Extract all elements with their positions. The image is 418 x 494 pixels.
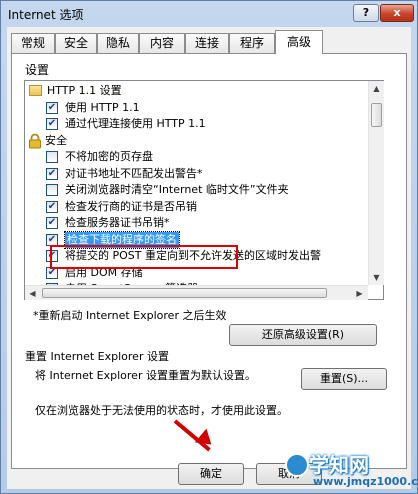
tab-general[interactable]: 常规 bbox=[11, 33, 55, 53]
setting-label: 检查下载的程序的签名 bbox=[64, 230, 180, 249]
folder-icon bbox=[29, 85, 42, 96]
setting-label: HTTP 1.1 设置 bbox=[47, 84, 122, 97]
horizontal-scrollbar[interactable]: ◀ ▶ bbox=[25, 285, 368, 300]
vertical-scrollbar[interactable]: ▲ ▼ bbox=[368, 81, 384, 285]
setting-checkbox-row[interactable]: ✔ 对证书地址不匹配发出警告* bbox=[25, 166, 368, 182]
setting-checkbox[interactable]: ✔ bbox=[46, 200, 58, 213]
setting-checkbox[interactable]: ✔ bbox=[46, 233, 58, 246]
setting-label: 关闭浏览器时清空“Internet 临时文件”文件夹 bbox=[65, 183, 289, 196]
title-bar[interactable]: Internet 选项 ? x bbox=[1, 1, 417, 27]
setting-checkbox-row[interactable]: 不将加密的页存盘 bbox=[25, 149, 368, 165]
horizontal-scroll-thumb[interactable] bbox=[42, 288, 327, 298]
setting-label: 安全 bbox=[45, 133, 67, 147]
setting-checkbox[interactable]: ✔ bbox=[46, 167, 58, 180]
reset-description: 将 Internet Explorer 设置重置为默认设置。 bbox=[35, 369, 256, 382]
setting-label: 启用 DOM 存储 bbox=[65, 265, 143, 279]
reset-note: 仅在浏览器处于无法使用的状态时，才使用此设置。 bbox=[35, 404, 288, 417]
setting-label: 将提交的 POST 重定向到不允许发送的区域时发出警 bbox=[65, 249, 321, 262]
setting-checkbox-row[interactable]: ✔ 使用 HTTP 1.1 bbox=[25, 100, 368, 116]
advanced-tab-panel: 设置 HTTP 1.1 设置 ✔ 使用 HTTP 1.1 ✔ 通过代理连接使用 HTTP… bbox=[11, 53, 407, 469]
setting-checkbox[interactable]: ✔ bbox=[46, 101, 58, 114]
window-title: Internet 选项 bbox=[8, 8, 84, 22]
setting-label: 对证书地址不匹配发出警告* bbox=[65, 166, 203, 180]
settings-category-http: HTTP 1.1 设置 bbox=[25, 83, 368, 99]
vertical-scroll-thumb[interactable] bbox=[371, 103, 382, 127]
setting-checkbox[interactable] bbox=[46, 184, 58, 196]
dialog-client-area: 常规 安全 隐私 内容 连接 程序 高级 设置 HTTP 1.1 设置 ✔ 使用 H… bbox=[7, 27, 411, 489]
help-button[interactable]: ? bbox=[353, 4, 379, 22]
settings-list: HTTP 1.1 设置 ✔ 使用 HTTP 1.1 ✔ 通过代理连接使用 HTTP 1.… bbox=[25, 81, 368, 285]
watermark-url: www.jmqz1000.com bbox=[313, 475, 418, 488]
tab-programs[interactable]: 程序 bbox=[229, 33, 275, 53]
site-watermark: 学知网 www.jmqz1000.com bbox=[283, 447, 418, 493]
reset-section-title: 重置 Internet Explorer 设置 bbox=[25, 350, 169, 363]
setting-label: 检查发行商的证书是否吊销 bbox=[65, 199, 197, 213]
settings-category-security: 安全 bbox=[25, 133, 368, 149]
tab-connections[interactable]: 连接 bbox=[185, 33, 229, 53]
setting-checkbox-row[interactable]: ✔ 检查发行商的证书是否吊销 bbox=[25, 199, 368, 215]
setting-checkbox[interactable]: ✔ bbox=[46, 118, 58, 130]
setting-label: 使用 HTTP 1.1 bbox=[65, 100, 140, 114]
setting-label: 检查服务器证书吊销* bbox=[65, 216, 170, 229]
setting-label: 通过代理连接使用 HTTP 1.1 bbox=[65, 117, 206, 130]
lock-icon bbox=[28, 133, 42, 149]
scroll-left-icon[interactable]: ◀ bbox=[25, 286, 40, 301]
restart-note: *重新启动 Internet Explorer 之后生效 bbox=[33, 309, 227, 322]
setting-checkbox[interactable]: ✔ bbox=[46, 217, 58, 229]
setting-checkbox-row[interactable]: ✔ 启用 DOM 存储 bbox=[25, 265, 368, 281]
restore-advanced-settings-button[interactable]: 还原高级设置(R) bbox=[229, 324, 377, 346]
tab-strip: 常规 安全 隐私 内容 连接 程序 高级 bbox=[11, 30, 407, 54]
setting-checkbox[interactable]: ✔ bbox=[46, 250, 58, 262]
watermark-name: 学知网 bbox=[309, 453, 369, 477]
scroll-right-icon[interactable]: ▶ bbox=[352, 286, 367, 301]
tab-advanced[interactable]: 高级 bbox=[275, 30, 323, 54]
scroll-up-icon[interactable]: ▲ bbox=[369, 81, 384, 96]
setting-checkbox[interactable] bbox=[46, 151, 58, 163]
setting-checkbox-row[interactable]: ✔ 检查服务器证书吊销* bbox=[25, 215, 368, 231]
setting-checkbox-row[interactable]: ✔ 检查下载的程序的签名 bbox=[25, 230, 368, 249]
tab-security[interactable]: 安全 bbox=[55, 33, 97, 53]
tab-privacy[interactable]: 隐私 bbox=[97, 33, 139, 53]
close-button[interactable]: x bbox=[380, 4, 414, 22]
tab-content[interactable]: 内容 bbox=[139, 33, 185, 53]
settings-group-label: 设置 bbox=[25, 63, 50, 77]
setting-label: 不将加密的页存盘 bbox=[65, 150, 153, 163]
watermark-logo-icon bbox=[285, 453, 309, 477]
settings-tree[interactable]: HTTP 1.1 设置 ✔ 使用 HTTP 1.1 ✔ 通过代理连接使用 HTTP 1.… bbox=[24, 80, 384, 300]
setting-checkbox[interactable]: ✔ bbox=[46, 266, 58, 279]
scroll-down-icon[interactable]: ▼ bbox=[369, 270, 384, 285]
ok-button[interactable]: 确定 bbox=[178, 463, 244, 485]
setting-checkbox-row[interactable]: ✔ 将提交的 POST 重定向到不允许发送的区域时发出警 bbox=[25, 248, 368, 264]
internet-options-dialog: Internet 选项 ? x 常规 安全 隐私 内容 连接 程序 高级 设置 … bbox=[0, 0, 418, 494]
reset-button[interactable]: 重置(S)... bbox=[301, 368, 387, 390]
setting-checkbox-row[interactable]: ✔ 通过代理连接使用 HTTP 1.1 bbox=[25, 116, 368, 132]
setting-checkbox-row[interactable]: 关闭浏览器时清空“Internet 临时文件”文件夹 bbox=[25, 182, 368, 198]
